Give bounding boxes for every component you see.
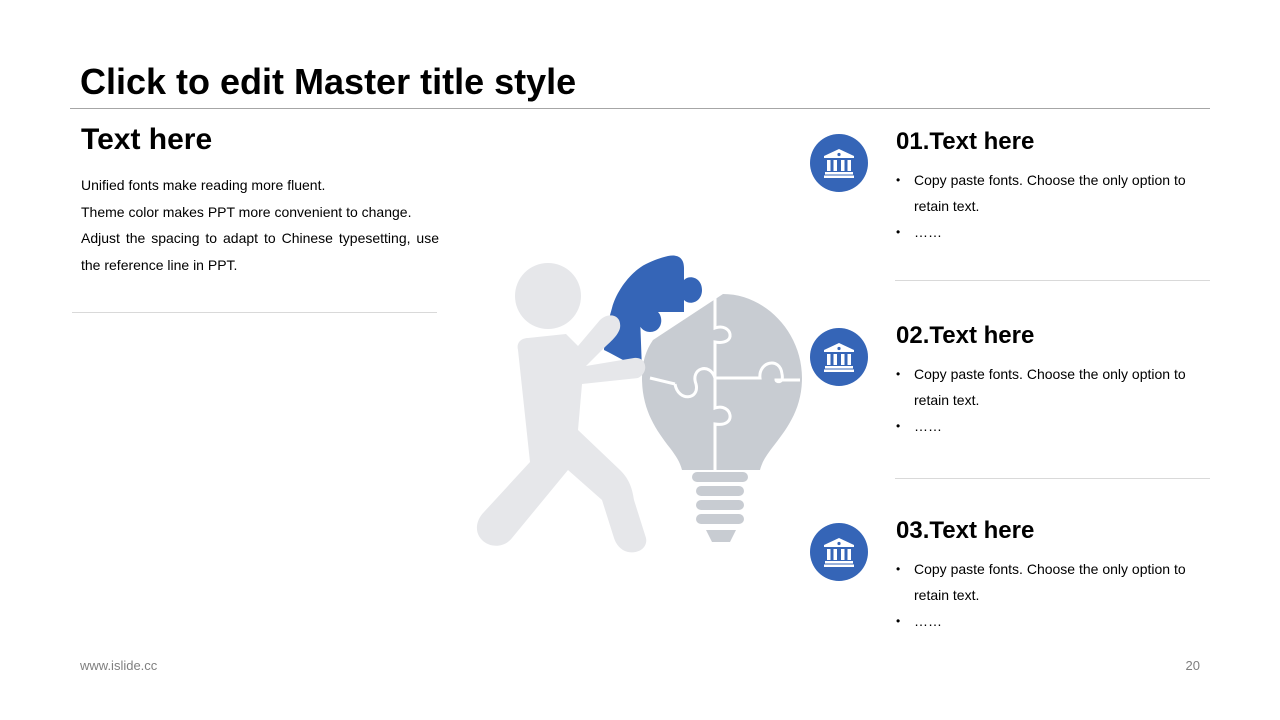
bank-icon-circle [810, 328, 868, 386]
left-body-text: Unified fonts make reading more fluent. … [81, 172, 439, 278]
bank-icon [824, 343, 854, 372]
left-divider [72, 312, 437, 313]
bullet-list: Copy paste fonts. Choose the only option… [896, 556, 1216, 634]
bank-icon [824, 538, 854, 567]
bullet-item: Copy paste fonts. Choose the only option… [896, 556, 1216, 608]
slide-title: Click to edit Master title style [80, 61, 577, 102]
title-divider [70, 108, 1210, 109]
body-line: Adjust the spacing to adapt to Chinese t… [81, 230, 439, 246]
footer-website: www.islide.cc [80, 658, 158, 673]
page-number: 20 [1185, 658, 1200, 673]
bullet-item: …… [896, 219, 1216, 245]
body-line: Theme color makes PPT more convenient to… [81, 203, 412, 220]
bullet-item: Copy paste fonts. Choose the only option… [896, 361, 1216, 413]
left-heading: Text here [81, 123, 213, 156]
bullet-list: Copy paste fonts. Choose the only option… [896, 361, 1216, 439]
bank-icon-circle [810, 134, 868, 192]
bank-icon [824, 149, 854, 178]
item-divider [895, 280, 1210, 281]
bank-icon-circle [810, 523, 868, 581]
feature-heading: 03.Text here [896, 517, 1035, 544]
puzzle-bulb-illustration [476, 255, 802, 553]
feature-heading: 02.Text here [896, 322, 1035, 349]
item-divider [895, 478, 1210, 479]
body-line: Unified fonts make reading more fluent. [81, 177, 326, 193]
bullet-item: Copy paste fonts. Choose the only option… [896, 167, 1216, 219]
lightbulb-icon [642, 294, 802, 542]
feature-heading: 01.Text here [896, 128, 1035, 155]
bullet-list: Copy paste fonts. Choose the only option… [896, 167, 1216, 245]
bullet-item: …… [896, 413, 1216, 439]
bullet-item: …… [896, 608, 1216, 634]
body-line: the reference line in PPT. [81, 256, 238, 273]
